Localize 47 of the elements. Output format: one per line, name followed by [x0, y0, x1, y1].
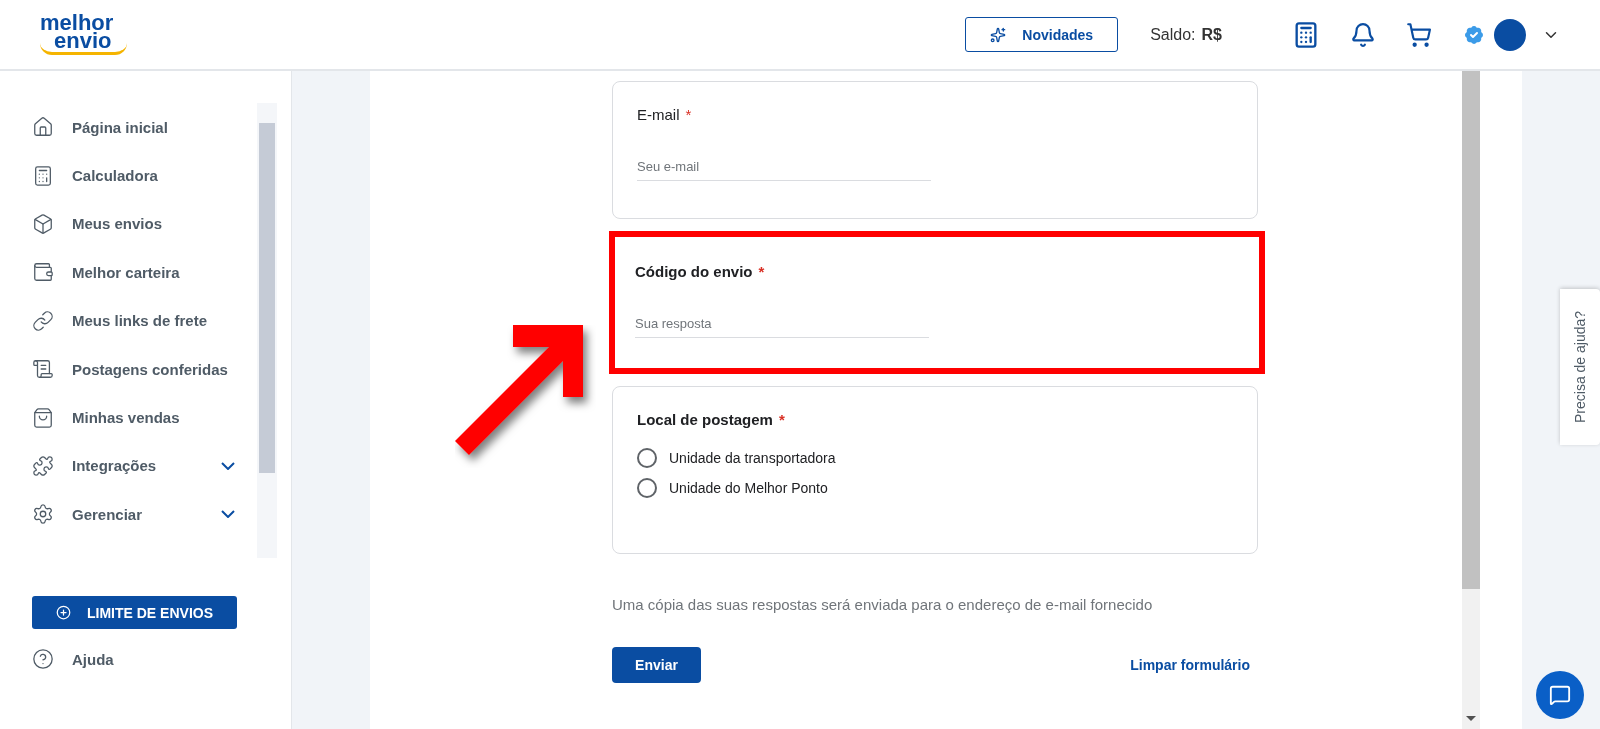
sidebar-item[interactable]: Meus links de frete: [0, 296, 257, 345]
clear-form-link[interactable]: Limpar formulário: [1130, 657, 1250, 673]
avatar[interactable]: [1494, 18, 1526, 51]
sidebar-item[interactable]: Meus envios: [0, 199, 257, 249]
balance-value: R$: [1201, 25, 1222, 44]
radio-button[interactable]: [637, 448, 657, 468]
submit-button[interactable]: Enviar: [612, 647, 701, 683]
sidebar-item[interactable]: Integrações: [0, 441, 257, 491]
help-tab[interactable]: Precisa de ajuda?: [1560, 289, 1600, 445]
sidebar-item[interactable]: Gerenciar: [0, 490, 257, 539]
sidebar-item[interactable]: Melhor carteira: [0, 248, 257, 297]
radio-button[interactable]: [637, 478, 657, 498]
scrollbar[interactable]: [1462, 71, 1480, 729]
balance-label: Saldo:: [1150, 25, 1196, 44]
plus-circle-icon: [56, 605, 71, 620]
radio-option[interactable]: Unidade da transportadora: [637, 448, 1233, 468]
nav-icon: [32, 309, 54, 332]
nav-icon: [32, 164, 54, 187]
nav-icon: [32, 261, 54, 284]
question-label: Local de postagem *: [637, 411, 786, 428]
scrollbar[interactable]: [257, 103, 277, 558]
sidebar-item[interactable]: Minhas vendas: [0, 393, 257, 442]
sidebar-item[interactable]: Postagens conferidas: [0, 344, 257, 394]
cart-icon[interactable]: [1406, 21, 1432, 48]
sidebar-item[interactable]: Ajuda: [0, 635, 291, 684]
nav-icon: [32, 406, 54, 429]
help-icon: [32, 648, 54, 671]
news-button[interactable]: Novidades: [965, 17, 1119, 52]
nav-icon: [32, 454, 54, 477]
question-label: E-mail *: [637, 106, 693, 123]
nav-icon: [32, 503, 54, 526]
logo[interactable]: melhor envio: [40, 14, 128, 55]
notification-icon[interactable]: [1350, 21, 1376, 48]
chat-icon: [1549, 684, 1571, 706]
chevron-down-icon: [221, 510, 235, 519]
radio-option[interactable]: Unidade do Melhor Ponto: [637, 478, 1233, 498]
sparkles-icon: [990, 26, 1007, 43]
nav-icon: [32, 358, 54, 381]
copy-note: Uma cópia das suas respostas será enviada para o endereço de e-mail fornecido: [612, 596, 1154, 613]
chat-button[interactable]: [1536, 671, 1584, 719]
nav-icon: [32, 212, 54, 235]
nav-icon: [32, 116, 54, 139]
question-label: Código do envio *: [635, 263, 766, 280]
sidebar-item[interactable]: Página inicial: [0, 103, 257, 152]
chevron-down-icon: [221, 461, 235, 470]
sidebar-item[interactable]: Calculadora: [0, 151, 257, 200]
limit-button[interactable]: LIMITE DE ENVIOS: [32, 596, 237, 629]
